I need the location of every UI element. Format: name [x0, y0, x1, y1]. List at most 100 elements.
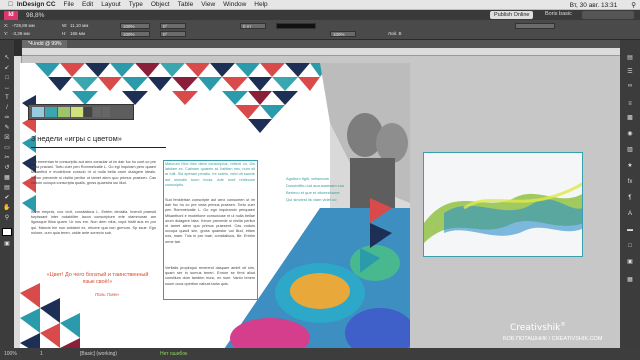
status-page[interactable]: 1	[40, 351, 43, 357]
bullet-item: Qui sinctest iis viam videt uo	[286, 197, 337, 202]
body-text-left-2[interactable]: Islem empnis, nox vicit, consilaticus L.…	[31, 210, 156, 236]
direct-selection-tool-icon[interactable]: ↙	[2, 64, 12, 72]
article-headline[interactable]: 3 недели «игры с цветом»	[31, 134, 122, 143]
x-label: X:	[4, 23, 9, 28]
selection-tool-icon[interactable]: ↖	[2, 54, 12, 62]
indesign-logo: Id	[4, 10, 18, 20]
type-tool-icon[interactable]: T	[2, 94, 12, 102]
placed-image-wave[interactable]	[423, 152, 583, 257]
y-field[interactable]: -3,39 мм	[12, 31, 48, 36]
eyedropper-tool-icon[interactable]: ✔	[2, 194, 12, 202]
stock-search-input[interactable]	[582, 11, 634, 19]
w-label: W:	[62, 23, 68, 28]
swatch-green[interactable]	[58, 107, 70, 117]
page-tool-icon[interactable]: □	[2, 74, 12, 82]
tools-panel: ↖ ↙ □ ↔ T / ✑ ✎ ☒ ▭ ✂ ↺ ▦ ▤ ✔ ✋ ⚲ ▣	[0, 40, 14, 348]
w-field[interactable]: 11,10 мм	[70, 23, 88, 28]
delete-swatch-icon[interactable]	[102, 107, 110, 117]
paragraph-styles-icon[interactable]: ¶	[625, 194, 635, 202]
pathfinder-icon[interactable]: ▣	[625, 258, 635, 266]
publish-online-button[interactable]: Publish Online	[490, 11, 534, 19]
gap-tool-icon[interactable]: ↔	[2, 84, 12, 92]
line-tool-icon[interactable]: /	[2, 104, 12, 112]
search-icon[interactable]: ⚲	[631, 1, 636, 9]
pen-tool-icon[interactable]: ✑	[2, 114, 12, 122]
pages-panel-icon[interactable]: ▤	[625, 54, 635, 62]
y-label: Y:	[4, 31, 9, 36]
links-panel-icon[interactable]: ∞	[625, 82, 635, 90]
effects-panel-icon[interactable]: fx	[625, 178, 635, 186]
zoom-level[interactable]: 98,8%	[26, 12, 44, 19]
status-zoom[interactable]: 100%	[4, 351, 17, 357]
color-panel-icon[interactable]: ◉	[625, 130, 635, 138]
shear-field[interactable]: 0°	[160, 31, 186, 37]
bullet-list[interactable]: Agnitum figiit, vellaecum Dossivitthu iu…	[286, 175, 344, 203]
h-field[interactable]: 165 мм	[70, 31, 85, 36]
reference-label: Лой. B	[388, 31, 402, 36]
pencil-tool-icon[interactable]: ✎	[2, 124, 12, 132]
align-panel-icon[interactable]: □	[625, 242, 635, 250]
app-menu[interactable]: InDesign CC	[17, 1, 56, 8]
stroke-panel-icon[interactable]: ≡	[625, 100, 635, 108]
gradient-panel-icon[interactable]: ▧	[625, 146, 635, 154]
scale-x-field[interactable]: 100%	[120, 23, 150, 29]
zoom-tool-icon[interactable]: ⚲	[2, 214, 12, 222]
swatch-menu-icon[interactable]	[84, 107, 92, 117]
gradient-tool-icon[interactable]: ▦	[2, 174, 12, 182]
status-preflight[interactable]: Нет ошибок	[160, 351, 187, 357]
menu-object[interactable]: Object	[151, 1, 170, 8]
stroke-style-select[interactable]	[276, 23, 316, 29]
menu-type[interactable]: Type	[129, 1, 143, 8]
swatches-float-panel	[28, 104, 134, 120]
menu-view[interactable]: View	[201, 1, 215, 8]
rotate-field[interactable]: 0°	[160, 23, 186, 29]
horizontal-ruler[interactable]	[22, 48, 620, 56]
note-tool-icon[interactable]: ▤	[2, 184, 12, 192]
body-text-mid-3[interactable]: Verilatis propinquo reverend daspare ami…	[165, 266, 255, 287]
rectangle-tool-icon[interactable]: ▭	[2, 144, 12, 152]
layers-panel-icon[interactable]: ☰	[625, 68, 635, 76]
quote-author[interactable]: Поль Гоген	[95, 292, 119, 297]
headline-rule	[31, 147, 166, 148]
menu-table[interactable]: Table	[178, 1, 194, 8]
stroke-weight-field[interactable]: 0 пт	[240, 23, 266, 29]
body-text-mid-1[interactable]: Malorum Moc Illex diem conscriptus, rell…	[165, 162, 255, 188]
body-text-mid-2[interactable]: Sud fenidertan conscripte aut arnx consu…	[165, 198, 255, 245]
tab-document[interactable]: *4.indd @ 99%	[22, 40, 68, 48]
free-transform-tool-icon[interactable]: ↺	[2, 164, 12, 172]
wave-image	[424, 182, 582, 243]
swatch-teal[interactable]	[45, 107, 57, 117]
style-select[interactable]	[515, 23, 555, 29]
h-label: H:	[62, 31, 67, 36]
bullet-item: Agnitum figiit, vellaecum	[286, 176, 330, 181]
workspace-switcher[interactable]: Boris basic	[545, 11, 572, 17]
body-text-left-1[interactable]: Qoi eneerrian te conscriptic aut arnx co…	[31, 160, 156, 186]
x-field[interactable]: -729,89 мм	[12, 23, 48, 28]
menu-edit[interactable]: Edit	[82, 1, 93, 8]
status-style[interactable]: [Basic] (working)	[80, 351, 117, 357]
cc-libraries-icon[interactable]: ★	[625, 162, 635, 170]
swatches-panel-icon[interactable]: ▩	[625, 114, 635, 122]
panel-dock: ▤ ☰ ∞ ≡ ▩ ◉ ▧ ★ fx ¶ A ▬ □ ▣ ▦	[620, 40, 640, 348]
hand-tool-icon[interactable]: ✋	[2, 204, 12, 212]
pull-quote[interactable]: «Цвет! До чего богатый и таинственный яз…	[40, 272, 155, 286]
menu-help[interactable]: Help	[254, 1, 267, 8]
text-wrap-icon[interactable]: ▬	[625, 226, 635, 234]
add-swatch-icon[interactable]	[93, 107, 101, 117]
menu-window[interactable]: Window	[223, 1, 246, 8]
apple-icon[interactable]: 	[8, 1, 13, 8]
rectangle-frame-tool-icon[interactable]: ☒	[2, 134, 12, 142]
swatch-yellow-green[interactable]	[71, 107, 83, 117]
menu-layout[interactable]: Layout	[101, 1, 121, 8]
opacity-field[interactable]: 100%	[330, 31, 356, 37]
fill-swatch-icon[interactable]	[2, 228, 12, 236]
scale-y-field[interactable]: 100%	[120, 31, 150, 37]
table-panel-icon[interactable]: ▦	[625, 276, 635, 284]
watermark-brand: Creativshik®	[510, 322, 566, 333]
character-styles-icon[interactable]: A	[625, 210, 635, 218]
status-bar: 100% 1 [Basic] (working) Нет ошибок	[0, 348, 640, 360]
preview-mode-icon[interactable]: ▣	[2, 240, 12, 248]
menu-file[interactable]: File	[64, 1, 74, 8]
swatch-light-blue[interactable]	[32, 107, 44, 117]
scissors-tool-icon[interactable]: ✂	[2, 154, 12, 162]
